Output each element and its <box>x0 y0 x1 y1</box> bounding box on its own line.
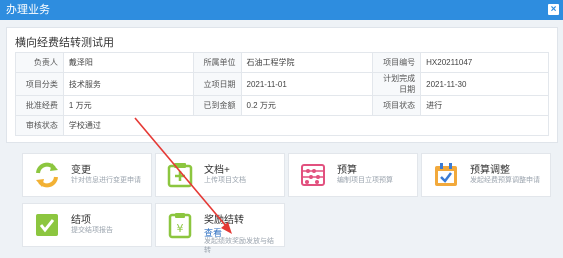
annotation-arrow <box>134 117 232 234</box>
dialog-window: 办理业务 × 横向经费结转测试用 负责人 戴泽阳 所属单位 石油工程学院 项目编… <box>0 0 563 258</box>
